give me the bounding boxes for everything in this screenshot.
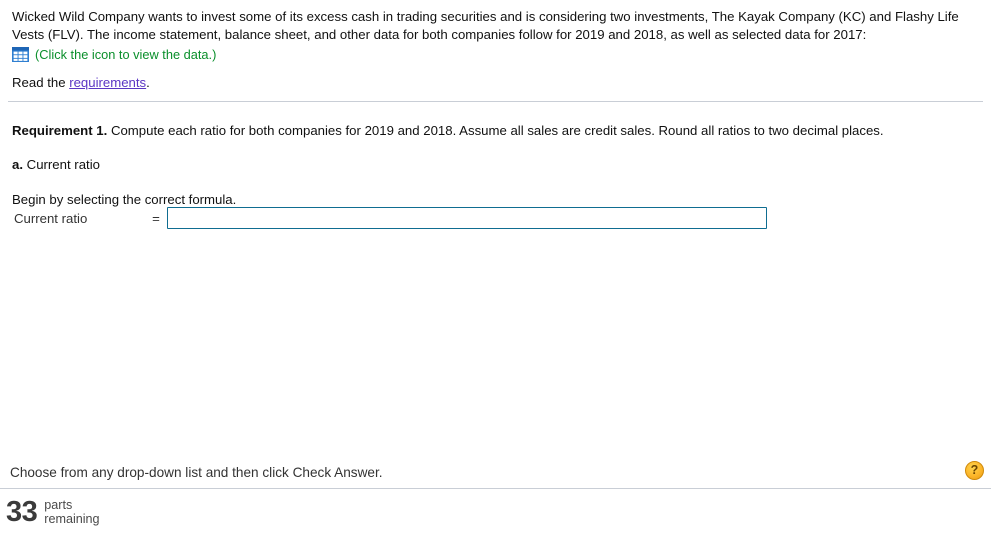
divider-top [8,101,983,102]
read-prefix-text: Read the [12,75,70,90]
requirement-block: Requirement 1. Compute each ratio for bo… [0,112,991,208]
bottom-toolbar: 33 parts remaining Clear All Check Answe… [0,489,991,543]
part-letter: a. [12,157,23,172]
data-icon-note: (Click the icon to view the data.) [35,47,217,62]
parts-remaining-count: 33 [6,496,38,528]
parts-remaining-group: 33 parts remaining [6,497,100,527]
requirement-number: Requirement 1. [12,123,108,138]
parts-word-line1: parts [44,497,73,512]
instruction-text: Begin by selecting the correct formula. [12,192,237,207]
exercise-page: Wicked Wild Company wants to invest some… [0,0,991,543]
formula-input[interactable] [167,207,767,229]
requirement-heading: Requirement 1. Compute each ratio for bo… [0,112,991,139]
requirements-link[interactable]: requirements [69,75,146,90]
parts-remaining-label: parts remaining [44,498,99,527]
formula-label: Current ratio [14,210,88,226]
read-requirements-line: Read the requirements. [0,62,991,91]
equals-sign: = [152,210,160,226]
hint-row: Choose from any drop-down list and then … [0,461,991,483]
parts-word-line2: remaining [44,512,100,526]
requirement-text: Compute each ratio for both companies fo… [107,123,884,138]
data-icon-row: (Click the icon to view the data.) [0,43,991,62]
help-icon[interactable]: ? [965,461,984,480]
part-title: Current ratio [23,157,100,172]
table-icon[interactable] [12,47,29,62]
problem-stem-text: Wicked Wild Company wants to invest some… [12,9,959,42]
problem-statement-area: Wicked Wild Company wants to invest some… [0,0,991,91]
formula-row: Current ratio = [0,206,991,230]
read-suffix-text: . [146,75,150,90]
hint-text: Choose from any drop-down list and then … [10,464,383,480]
part-label: a. Current ratio [0,139,991,173]
